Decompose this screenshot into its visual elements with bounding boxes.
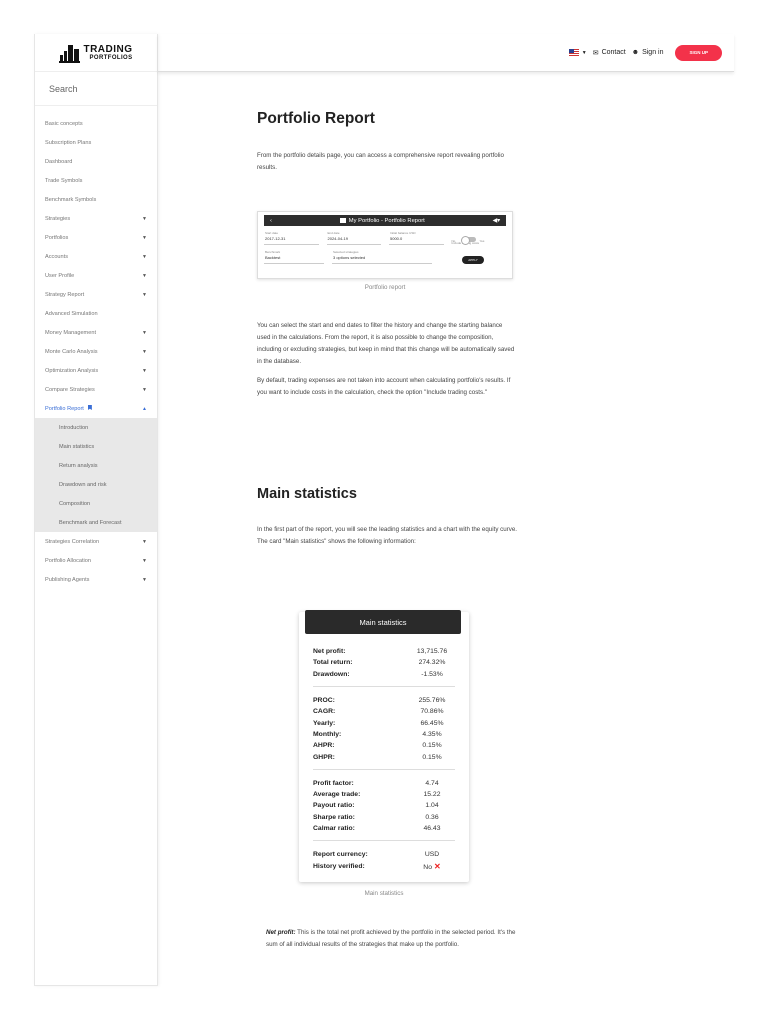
chevron-down-icon: ▼: [142, 272, 147, 279]
logo[interactable]: TRADING PORTFOLIOS: [35, 34, 157, 72]
benchmark-select: Benchmark Backtest: [264, 250, 324, 264]
sidebar-item[interactable]: Strategy Report ▼: [35, 285, 157, 304]
subnav-item[interactable]: Drawdown and risk: [35, 475, 157, 494]
sidebar-item[interactable]: Portfolio Allocation ▼: [35, 551, 157, 570]
sidebar-item[interactable]: Monte Carlo Analysis ▼: [35, 342, 157, 361]
chevron-down-icon: ▼: [142, 386, 147, 393]
stat-row: GHPR: 0.15%: [313, 753, 442, 761]
chevron-down-icon: ▼: [142, 215, 147, 222]
envelope-icon: ✉: [592, 49, 599, 57]
stat-row: Profit factor: 4.74: [313, 779, 439, 787]
menu-icon: ◀▾: [492, 217, 500, 224]
sidebar-item[interactable]: Publishing Agents ▼: [35, 570, 157, 589]
paragraph: You can select the start and end dates t…: [257, 322, 515, 366]
sidebar-item[interactable]: Dashboard: [35, 152, 157, 171]
sidebar-item[interactable]: Advanced Simulation: [35, 304, 157, 323]
stat-row: Yearly: 66.45%: [313, 719, 444, 727]
stat-row: Average trade: 15.22: [313, 791, 441, 799]
figure-caption: Main statistics: [364, 890, 404, 897]
stat-row: PROC: 255.76%: [313, 697, 446, 705]
screenshot-bar: ‹ My Portfolio - Portfolio Report ◀▾: [264, 215, 506, 226]
start-date-field: Start date 2017-12-31: [264, 231, 319, 245]
sidebar-item-portfolio-report[interactable]: Portfolio Report ▲: [35, 399, 157, 418]
apply-button: APPLY: [462, 256, 484, 264]
definition-term: Net profit:: [266, 929, 296, 936]
language-selector[interactable]: ▼: [568, 49, 587, 56]
sidebar-item[interactable]: Portfolios ▼: [35, 228, 157, 247]
sidebar-nav: Basic concepts Subscription Plans Dashbo…: [35, 106, 157, 589]
subnav-item[interactable]: Composition: [35, 494, 157, 513]
signin-link[interactable]: ☻ Sign in: [632, 49, 664, 56]
logo-text-sub: PORTFOLIOS: [89, 54, 133, 61]
sidebar-item[interactable]: User Profile ▼: [35, 266, 157, 285]
sidebar-item[interactable]: Optimization Analysis ▼: [35, 361, 157, 380]
stat-row: AHPR: 0.15%: [313, 742, 442, 750]
chevron-down-icon: ▼: [142, 291, 147, 298]
chevron-down-icon: ▼: [142, 576, 147, 583]
stat-row: Sharpe ratio: 0.36: [313, 813, 439, 821]
trading-costs-toggle: Include trading costsNoYes: [451, 236, 485, 245]
chevron-down-icon: ▼: [142, 253, 147, 260]
sidebar: TRADING PORTFOLIOS Search Basic concepts…: [34, 34, 158, 986]
stat-row: Calmar ratio: 46.43: [313, 825, 441, 832]
sidebar-item[interactable]: Strategies Correlation ▼: [35, 532, 157, 551]
user-icon: ☻: [631, 49, 640, 56]
stat-row: Total return: 274.32%: [313, 659, 446, 667]
sidebar-item[interactable]: Compare Strategies ▼: [35, 380, 157, 399]
stat-row: History verified: No ✕: [313, 861, 441, 871]
main-content: Portfolio Report From the portfolio deta…: [257, 100, 517, 174]
subnav-item[interactable]: Main statistics: [35, 437, 157, 456]
subnav-item[interactable]: Introduction: [35, 418, 157, 437]
chevron-up-icon: ▲: [142, 405, 147, 412]
chevron-down-icon: ▼: [142, 538, 147, 545]
figure-caption: Portfolio report: [364, 284, 406, 291]
portfolio-icon: [339, 218, 346, 223]
chevron-down-icon: ▼: [142, 367, 147, 374]
section-heading: Main statistics: [257, 486, 357, 502]
bookmark-icon: [87, 405, 92, 410]
subnav-item[interactable]: Benchmark and Forecast: [35, 513, 157, 532]
stat-row: Payout ratio: 1.04: [313, 802, 439, 810]
stat-row: Drawdown: -1.53%: [313, 670, 443, 678]
search-input[interactable]: Search: [35, 72, 157, 106]
end-date-field: End date 2024-04-19: [326, 231, 381, 245]
definition-paragraph: Net profit: This is the total net profit…: [266, 929, 516, 949]
sidebar-item[interactable]: Money Management ▼: [35, 323, 157, 342]
sidebar-item[interactable]: Subscription Plans: [35, 133, 157, 152]
signup-button[interactable]: SIGN UP: [675, 44, 722, 61]
paragraph: By default, trading expenses are not tak…: [257, 377, 511, 397]
contact-link[interactable]: ✉ Contact: [593, 49, 626, 57]
sidebar-item[interactable]: Basic concepts: [35, 114, 157, 133]
stat-row: Monthly: 4.35%: [313, 730, 442, 738]
main-statistics-card: Main statistics Net profit: 13,715.76 Tot…: [299, 610, 469, 882]
flag-icon: [568, 49, 579, 56]
top-bar: ▼ ✉ Contact ☻ Sign in SIGN UP: [158, 34, 734, 72]
page-title: Portfolio Report: [257, 110, 375, 127]
chevron-down-icon: ▼: [142, 234, 147, 241]
sidebar-item[interactable]: Trade Symbols: [35, 171, 157, 190]
sidebar-item[interactable]: Benchmark Symbols: [35, 190, 157, 209]
paragraph: In the first part of the report, you wil…: [257, 526, 518, 546]
initial-balance-field: Initial balance USD 5000.0: [389, 231, 444, 245]
sidebar-item[interactable]: Strategies ▼: [35, 209, 157, 228]
stat-row: Net profit: 13,715.76: [313, 648, 448, 656]
subnav-item[interactable]: Return analysis: [35, 456, 157, 475]
caret-down-icon: ▼: [581, 49, 587, 56]
chevron-down-icon: ▼: [142, 557, 147, 564]
back-arrow-icon: ‹: [270, 217, 272, 224]
card-header: Main statistics: [305, 610, 461, 634]
stat-row: Report currency: USD: [313, 851, 440, 859]
logo-bars-icon: [59, 43, 81, 63]
stat-row: CAGR: 70.86%: [313, 708, 444, 716]
portfolio-report-screenshot: ‹ My Portfolio - Portfolio Report ◀▾ Sta…: [257, 211, 513, 279]
chevron-down-icon: ▼: [142, 348, 147, 355]
subnav: Introduction Main statistics Return anal…: [35, 418, 157, 532]
sidebar-item[interactable]: Accounts ▼: [35, 247, 157, 266]
cross-icon: ✕: [434, 861, 441, 871]
strategies-select: Selected strategies 3 options selected: [332, 250, 432, 264]
intro-paragraph: From the portfolio details page, you can…: [257, 152, 504, 172]
chevron-down-icon: ▼: [142, 329, 147, 336]
logo-text-main: TRADING: [83, 43, 133, 55]
